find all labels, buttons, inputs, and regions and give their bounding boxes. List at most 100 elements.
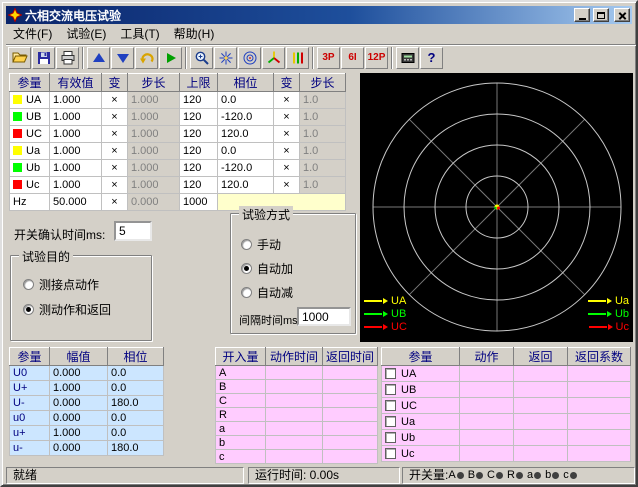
waveform-view-button[interactable] [286, 47, 309, 69]
starburst-button[interactable] [214, 47, 237, 69]
zoom-button[interactable] [190, 47, 213, 69]
table-row: UB [382, 382, 631, 398]
maximize-button[interactable] [593, 8, 609, 22]
confirm-time-input[interactable] [114, 221, 152, 241]
legend-arrow-icon [364, 313, 382, 315]
open-button[interactable] [8, 47, 31, 69]
radio-auto-decrease[interactable]: 自动减 [241, 284, 293, 301]
close-icon [618, 11, 627, 20]
legend-arrow-icon [588, 300, 606, 302]
phase-cell[interactable]: 120.0 [218, 126, 274, 143]
phase-cell[interactable]: -120.0 [218, 109, 274, 126]
rms-cell[interactable]: 50.000 [50, 194, 102, 211]
lower-value-button[interactable] [111, 47, 134, 69]
action-time [266, 422, 323, 436]
rms-cell[interactable]: 1.000 [50, 126, 102, 143]
app-window: 六相交流电压试验 文件(F) 试验(E) 工具(T) 帮助(H) [0, 0, 638, 487]
parameter-table: 参量 有效值 变 步长 上限 相位 变 步长 UA 1.000 × 1.000 … [9, 73, 346, 211]
vary-toggle-cell[interactable]: × [274, 177, 300, 194]
print-button[interactable] [56, 47, 79, 69]
down-triangle-icon [115, 50, 131, 66]
menu-test[interactable]: 试验(E) [59, 25, 113, 43]
mode-3p-label: 3P [322, 52, 334, 63]
start-test-button[interactable] [159, 47, 182, 69]
table-row: Hz 50.000 × 0.000 1000 [10, 194, 346, 211]
help-button[interactable]: ? [420, 47, 443, 69]
reset-button[interactable] [135, 47, 158, 69]
radio-auto-increase[interactable]: 自动加 [241, 260, 293, 277]
rms-cell[interactable]: 1.000 [50, 160, 102, 177]
rms-cell[interactable]: 1.000 [50, 143, 102, 160]
vary-toggle-cell[interactable]: × [102, 92, 128, 109]
table-row: u- 0.000 180.0 [10, 441, 164, 456]
checkbox[interactable] [385, 448, 396, 459]
phase-cell[interactable]: 0.0 [218, 143, 274, 160]
col-header: 开入量 [216, 348, 266, 366]
vary-toggle-cell[interactable]: × [102, 194, 128, 211]
return-ratio [568, 382, 631, 398]
radio-manual[interactable]: 手动 [241, 236, 281, 253]
vary-toggle-cell[interactable]: × [102, 126, 128, 143]
limit-cell[interactable]: 120 [180, 177, 218, 194]
radio-contact-action[interactable]: 测接点动作 [23, 276, 99, 293]
phase-cell[interactable]: 0.0 [218, 92, 274, 109]
param-cell: Uc [10, 177, 50, 194]
rms-cell[interactable]: 1.000 [50, 177, 102, 194]
menu-help[interactable]: 帮助(H) [167, 25, 222, 43]
limit-cell[interactable]: 120 [180, 143, 218, 160]
vary-toggle-cell[interactable]: × [274, 160, 300, 177]
phasor-view-button[interactable] [262, 47, 285, 69]
checkbox[interactable] [385, 416, 396, 427]
close-button[interactable] [614, 8, 630, 22]
limit-cell[interactable]: 120 [180, 160, 218, 177]
menu-tools[interactable]: 工具(T) [113, 25, 166, 43]
limit-cell[interactable]: 120 [180, 126, 218, 143]
legend-label: Ua [615, 295, 629, 307]
rings-view-button[interactable] [238, 47, 261, 69]
interval-input[interactable] [297, 307, 351, 326]
table-row: A [216, 366, 378, 380]
mode-6i-button[interactable]: 6I [341, 47, 364, 69]
phasor-vectors-icon [266, 50, 282, 66]
menu-file[interactable]: 文件(F) [6, 25, 59, 43]
phase-cell[interactable]: -120.0 [218, 160, 274, 177]
checkbox[interactable] [385, 400, 396, 411]
save-button[interactable] [32, 47, 55, 69]
table-row: C [216, 394, 378, 408]
vary-toggle-cell[interactable]: × [274, 143, 300, 160]
vary-toggle-cell[interactable]: × [274, 126, 300, 143]
limit-cell[interactable]: 120 [180, 109, 218, 126]
param-cell: UA [10, 92, 50, 109]
input-name: a [216, 422, 266, 436]
limit-cell[interactable]: 1000 [180, 194, 218, 211]
return-ratio [568, 366, 631, 382]
vary-toggle-cell[interactable]: × [102, 177, 128, 194]
result-table: 参量 动作 返回 返回系数 UA UB UC Ua Ub Uc [381, 347, 631, 462]
phase-color-swatch [13, 146, 22, 155]
rms-cell[interactable]: 1.000 [50, 92, 102, 109]
radio-action-and-return[interactable]: 测动作和返回 [23, 301, 111, 318]
panel-button[interactable] [396, 47, 419, 69]
raise-value-button[interactable] [87, 47, 110, 69]
starburst-icon [218, 50, 234, 66]
legend-arrow-icon [588, 313, 606, 315]
checkbox[interactable] [385, 432, 396, 443]
action-time [266, 366, 323, 380]
digital-input-table: 开入量 动作时间 返回时间 A B C R a b c [215, 347, 378, 464]
vary-toggle-cell[interactable]: × [274, 109, 300, 126]
phase-cell[interactable]: 120.0 [218, 177, 274, 194]
mode-12p-button[interactable]: 12P [365, 47, 388, 69]
checkbox[interactable] [385, 384, 396, 395]
checkbox[interactable] [385, 368, 396, 379]
vary-toggle-cell[interactable]: × [102, 143, 128, 160]
mode-3p-button[interactable]: 3P [317, 47, 340, 69]
limit-cell[interactable]: 120 [180, 92, 218, 109]
rms-cell[interactable]: 1.000 [50, 109, 102, 126]
vary-toggle-cell[interactable]: × [274, 92, 300, 109]
phase-color-swatch [13, 112, 22, 121]
vary-toggle-cell[interactable]: × [102, 109, 128, 126]
legend-arrowhead-icon [607, 311, 612, 317]
vary-toggle-cell[interactable]: × [102, 160, 128, 177]
mode-12p-label: 12P [368, 52, 386, 63]
minimize-button[interactable] [574, 8, 590, 22]
